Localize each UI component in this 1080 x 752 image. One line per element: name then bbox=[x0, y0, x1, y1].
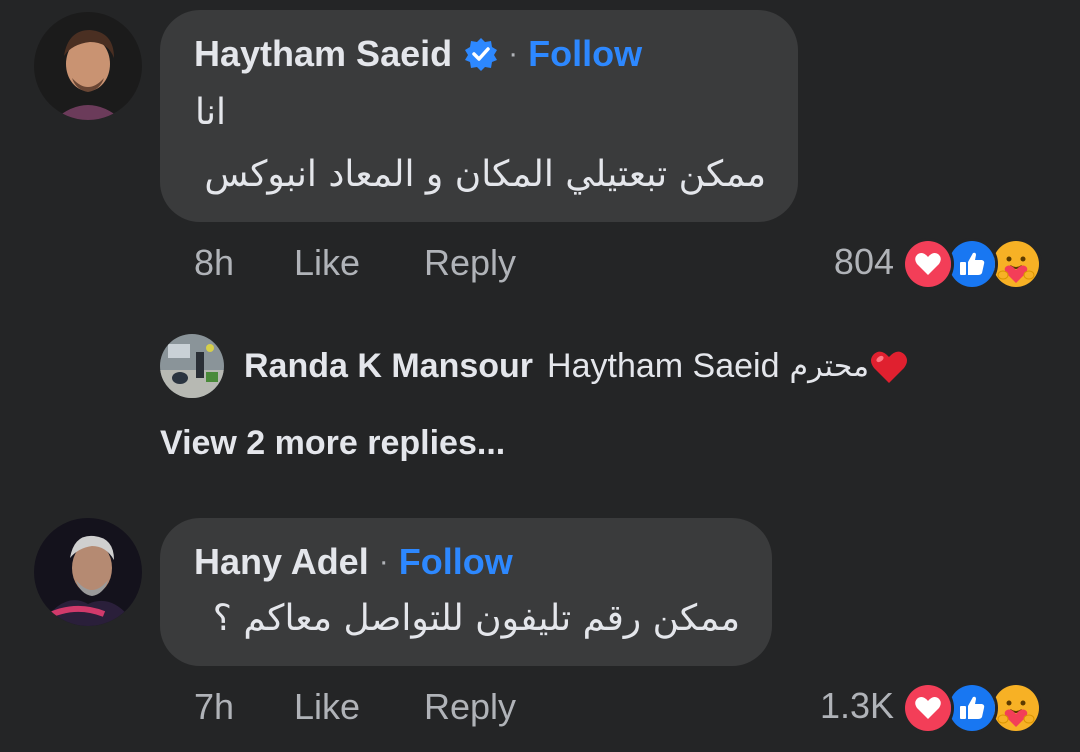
verified-badge-icon bbox=[464, 37, 498, 71]
avatar-randa[interactable] bbox=[160, 334, 224, 398]
like-button[interactable]: Like bbox=[294, 242, 424, 284]
comment-actions: 8h Like Reply bbox=[194, 242, 516, 284]
comment-author[interactable]: Hany Adel bbox=[194, 541, 369, 583]
view-more-replies-link[interactable]: View 2 more replies... bbox=[160, 424, 505, 463]
separator-dot: · bbox=[378, 545, 389, 578]
reply-mention[interactable]: Haytham Saeid bbox=[547, 347, 779, 386]
reaction-summary[interactable]: 804 bbox=[833, 238, 1048, 290]
reaction-icons bbox=[902, 682, 1048, 734]
avatar-hany[interactable] bbox=[34, 518, 142, 626]
avatar-haytham[interactable] bbox=[34, 12, 142, 120]
comment-timestamp[interactable]: 7h bbox=[194, 686, 294, 728]
reply-preview[interactable]: Randa K Mansour Haytham Saeid محترم bbox=[160, 334, 909, 398]
comment-header: Hany Adel · Follow bbox=[194, 538, 513, 586]
comment-timestamp[interactable]: 8h bbox=[194, 242, 294, 284]
comment-header: Haytham Saeid · Follow bbox=[194, 30, 642, 78]
like-button[interactable]: Like bbox=[294, 686, 424, 728]
follow-button[interactable]: Follow bbox=[528, 33, 642, 75]
reaction-count: 804 bbox=[833, 241, 894, 282]
comment-actions: 7h Like Reply bbox=[194, 686, 516, 728]
reply-button[interactable]: Reply bbox=[424, 242, 516, 284]
love-icon bbox=[902, 238, 954, 290]
love-icon bbox=[902, 682, 954, 734]
comment-line: انا bbox=[195, 92, 226, 133]
separator-dot: · bbox=[508, 37, 519, 70]
comment-line: ممكن رقم تليفون للتواصل معاكم ؟ bbox=[212, 598, 740, 639]
reaction-count: 1.3K bbox=[819, 685, 894, 726]
reply-text: محترم bbox=[789, 348, 870, 384]
comment-line: ممكن تبعتيلي المكان و المعاد انبوكس bbox=[204, 154, 766, 195]
reply-button[interactable]: Reply bbox=[424, 686, 516, 728]
follow-button[interactable]: Follow bbox=[399, 541, 513, 583]
reaction-icons bbox=[902, 238, 1048, 290]
reaction-summary[interactable]: 1.3K bbox=[819, 682, 1048, 734]
red-heart-icon bbox=[869, 346, 909, 386]
comment-author[interactable]: Haytham Saeid bbox=[194, 33, 452, 75]
reply-author[interactable]: Randa K Mansour bbox=[244, 347, 533, 386]
comments-thread: Haytham Saeid · Follow انا ممكن تبعتيلي … bbox=[0, 0, 1080, 752]
